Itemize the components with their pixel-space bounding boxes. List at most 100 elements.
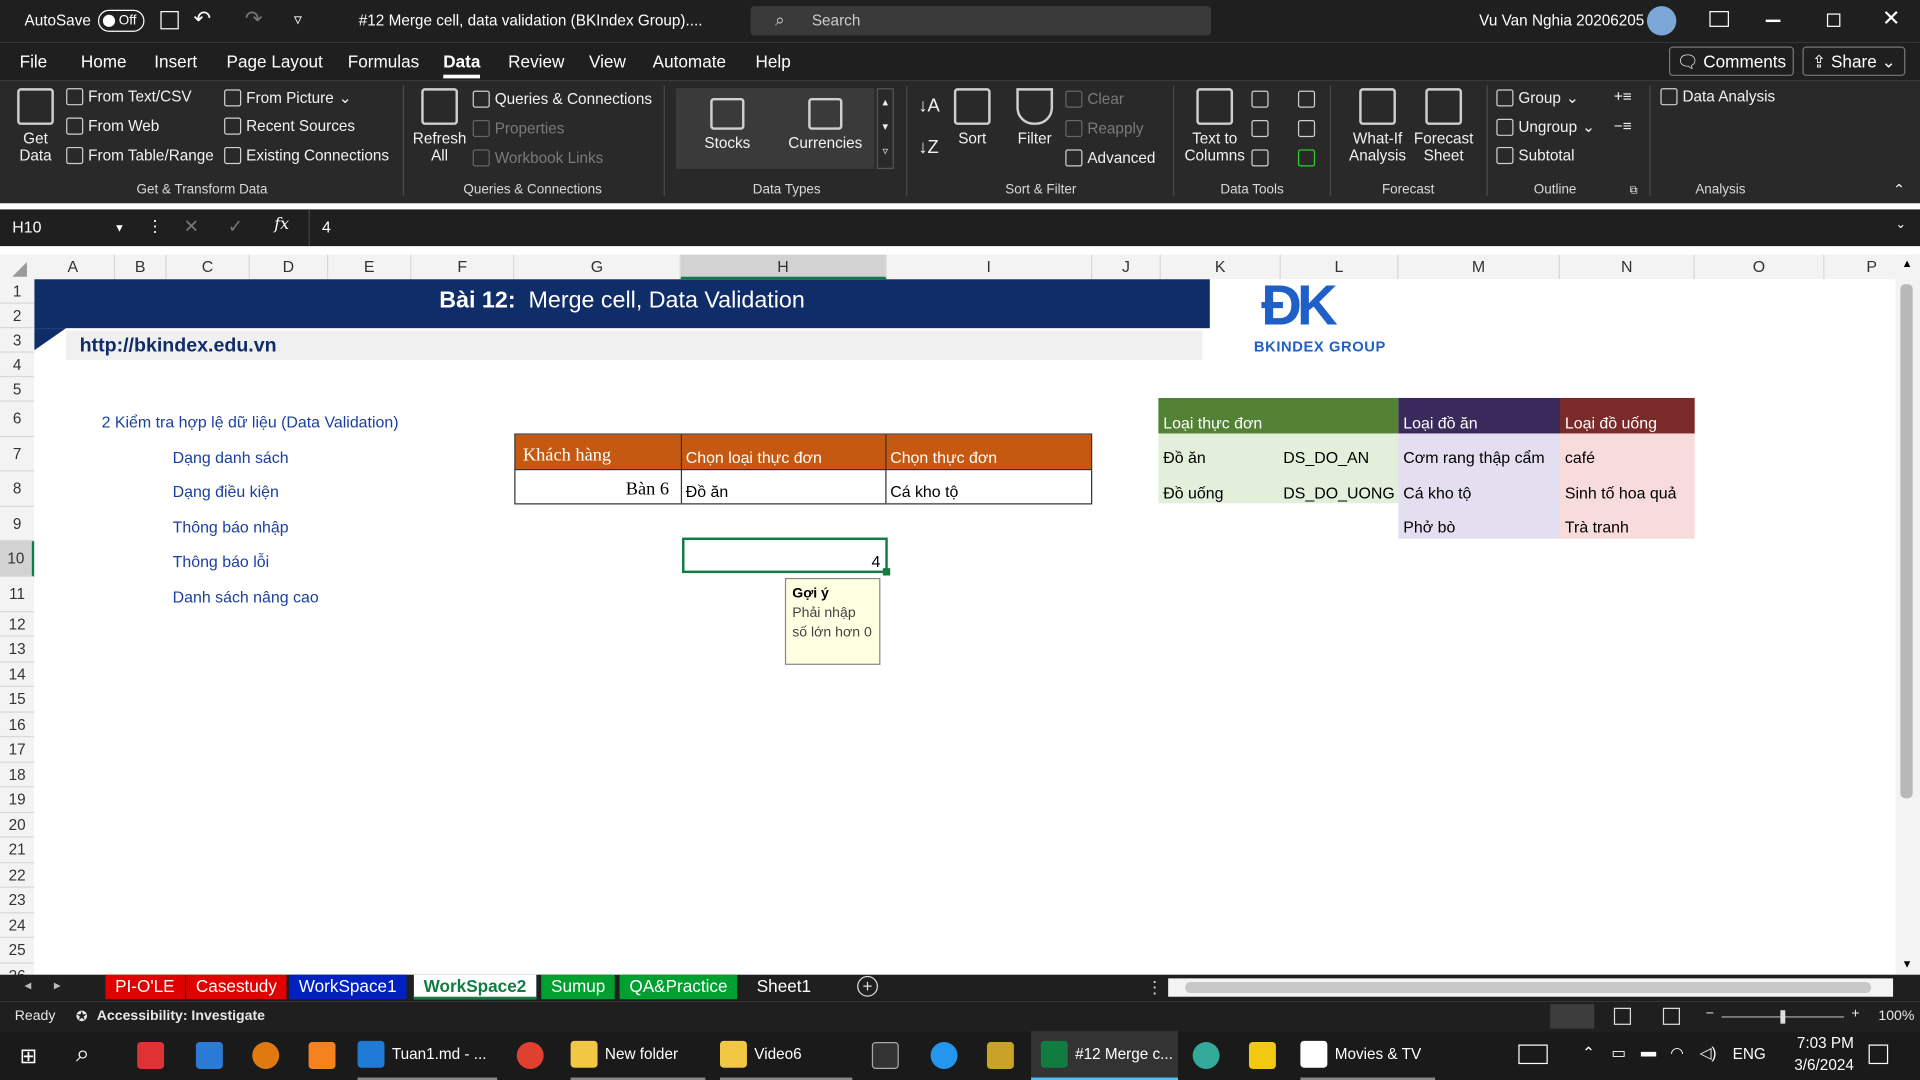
subtotal-button[interactable]: Subtotal (1496, 146, 1575, 165)
sort-button[interactable]: Sort (950, 88, 994, 147)
tab-insert[interactable]: Insert (154, 51, 197, 71)
remove-duplicates-icon[interactable] (1251, 120, 1269, 138)
tab-data[interactable]: Data (443, 51, 481, 79)
column-header[interactable]: K (1161, 254, 1281, 280)
column-header[interactable]: C (167, 254, 250, 280)
add-sheet-icon[interactable]: + (857, 975, 878, 997)
language-indicator[interactable]: ENG (1733, 1046, 1766, 1063)
terminal-icon[interactable] (871, 1042, 899, 1069)
normal-view-icon[interactable] (1550, 1004, 1595, 1029)
select-all-icon[interactable] (12, 262, 27, 277)
row-header[interactable]: 20 (0, 813, 35, 838)
column-header[interactable]: B (115, 254, 167, 280)
app-icon[interactable] (137, 1042, 165, 1069)
sheet-tab[interactable]: QA&Practice (619, 974, 738, 1000)
tab-view[interactable]: View (589, 51, 626, 71)
column-header[interactable]: I (887, 254, 1093, 280)
clock-date[interactable]: 3/6/2024 (1776, 1057, 1854, 1074)
row-header[interactable]: 2 (0, 304, 35, 329)
from-table-range-button[interactable]: From Table/Range (66, 146, 214, 165)
zoom-in-icon[interactable]: + (1851, 1007, 1859, 1022)
from-text-csv-button[interactable]: From Text/CSV (66, 88, 192, 106)
notification-icon[interactable] (1868, 1044, 1889, 1065)
lookup-k8[interactable]: Đồ uống (1163, 484, 1223, 502)
data-validation-icon[interactable] (1251, 149, 1269, 167)
row-header[interactable]: 15 (0, 687, 35, 713)
save-icon[interactable] (160, 11, 179, 30)
recent-sources-button[interactable]: Recent Sources (224, 117, 355, 135)
tab-review[interactable]: Review (508, 51, 564, 71)
row-header[interactable]: 18 (0, 762, 35, 788)
column-header[interactable]: F (411, 254, 515, 280)
row-header[interactable]: 23 (0, 888, 35, 913)
volume-icon[interactable]: ◁) (1700, 1043, 1717, 1061)
cancel-icon[interactable]: ✕ (184, 216, 199, 238)
powerbi-icon[interactable] (1248, 1042, 1276, 1069)
browser-icon[interactable] (1192, 1042, 1220, 1069)
refresh-all-button[interactable]: Refresh All (411, 88, 467, 164)
sheet-tab[interactable]: Sumup (541, 974, 616, 1000)
next-sheet-icon[interactable]: ▸ (54, 977, 61, 993)
stocks-button[interactable]: Stocks (693, 97, 762, 152)
wifi-icon[interactable]: ◠ (1670, 1043, 1683, 1061)
scroll-up-icon[interactable]: ▲ (1902, 257, 1913, 269)
from-picture-button[interactable]: From Picture ⌄ (224, 88, 351, 107)
gallery-scroll[interactable]: ▴ ▾ ▿ (876, 88, 894, 169)
customize-qat-icon[interactable]: ▿ (294, 10, 302, 30)
lookup-n9[interactable]: Trà tranh (1565, 518, 1629, 536)
vertical-scrollbar[interactable]: ▲ ▼ (1895, 254, 1920, 975)
function-icon[interactable]: fx (274, 216, 289, 234)
group-button[interactable]: Group ⌄ (1496, 88, 1579, 107)
taskbar-movies[interactable]: Movies & TV (1300, 1031, 1436, 1080)
clock-time[interactable]: 7:03 PM (1785, 1035, 1854, 1052)
battery-icon[interactable]: ▬ (1641, 1043, 1656, 1060)
clear-button[interactable]: Clear (1065, 90, 1124, 108)
header-menu[interactable]: Chọn thực đơn (890, 448, 997, 466)
forecast-sheet-button[interactable]: Forecast Sheet (1411, 88, 1477, 164)
lookup-m9[interactable]: Phở bò (1403, 518, 1455, 536)
taskbar-new-folder[interactable]: New folder (570, 1031, 706, 1080)
row-header[interactable]: 7 (0, 437, 35, 472)
zoom-level[interactable]: 100% (1878, 1009, 1914, 1024)
taskbar-vscode[interactable]: Tuan1.md - ... (357, 1031, 498, 1080)
column-header[interactable]: O (1695, 254, 1825, 280)
more-options-icon[interactable]: ⋮ (1146, 977, 1163, 998)
zoom-thumb[interactable] (1780, 1010, 1786, 1024)
autosave-toggle[interactable]: Off (97, 9, 145, 32)
tab-automate[interactable]: Automate (653, 51, 726, 71)
row-header[interactable]: 21 (0, 838, 35, 863)
row-header[interactable]: 3 (0, 328, 35, 353)
ribbon-display-icon[interactable] (1709, 11, 1729, 27)
reapply-button[interactable]: Reapply (1065, 120, 1144, 138)
xampp-icon[interactable] (308, 1042, 336, 1069)
data-analysis-button[interactable]: Data Analysis (1660, 88, 1775, 106)
row-header[interactable]: 16 (0, 712, 35, 738)
lookup-m8[interactable]: Cá kho tộ (1403, 484, 1471, 502)
column-header[interactable]: D (250, 254, 329, 280)
collapse-ribbon-icon[interactable]: ⌃ (1893, 181, 1905, 198)
lookup-m7[interactable]: Cơm rang thập cẩm (1403, 448, 1544, 466)
document-title[interactable]: #12 Merge cell, data validation (BKIndex… (359, 12, 703, 29)
website-link[interactable]: http://bkindex.edu.vn (80, 336, 277, 358)
app-icon[interactable] (195, 1042, 223, 1069)
accessibility-status[interactable]: Accessibility: Investigate (97, 1009, 265, 1024)
sheet-tab[interactable]: WorkSpace2 (413, 974, 537, 1000)
tab-file[interactable]: File (20, 51, 48, 71)
column-header[interactable]: E (328, 254, 412, 280)
header-customer[interactable]: Khách hàng (523, 446, 611, 467)
expand-formula-icon[interactable]: ⌄ (1896, 218, 1906, 231)
hscroll-thumb[interactable] (1185, 982, 1872, 994)
sheet-tab[interactable]: Sheet1 (747, 975, 821, 999)
worksheet-grid[interactable]: Bài 12: Merge cell, Data Validation http… (34, 279, 1896, 975)
search-icon[interactable]: ⌕ (76, 1041, 90, 1069)
from-web-button[interactable]: From Web (66, 117, 159, 135)
cell-menu[interactable]: Cá kho tộ (890, 482, 958, 500)
data-model-icon[interactable] (1297, 149, 1316, 167)
relationships-icon[interactable] (1297, 120, 1316, 138)
queries-connections-button[interactable]: Queries & Connections (472, 90, 652, 108)
app-icon[interactable] (986, 1042, 1014, 1069)
row-header[interactable]: 4 (0, 353, 35, 378)
lookup-n8[interactable]: Sinh tố hoa quả (1565, 484, 1677, 502)
lookup-l7[interactable]: DS_DO_AN (1283, 448, 1369, 466)
lookup-l8[interactable]: DS_DO_UONG (1283, 484, 1394, 502)
